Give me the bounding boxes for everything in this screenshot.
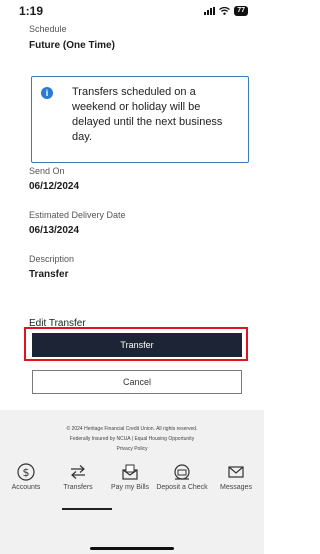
delivery-date-value: 06/13/2024	[29, 225, 80, 236]
tab-messages[interactable]: Messages	[210, 462, 262, 492]
description-value: Transfer	[29, 269, 69, 280]
footer-legal: © 2024 Heritage Financial Credit Union. …	[20, 424, 244, 454]
tab-pay-bills[interactable]: Pay my Bills	[104, 462, 156, 492]
send-on-label: Send On	[29, 166, 65, 176]
wifi-icon	[219, 7, 231, 15]
bill-envelope-icon	[122, 464, 138, 480]
status-icons: 77	[204, 6, 248, 16]
home-indicator	[90, 547, 174, 550]
footer-copyright: © 2024 Heritage Financial Credit Union. …	[66, 426, 198, 432]
tab-deposit-check-label: Deposit a Check	[156, 484, 208, 491]
tab-pay-bills-label: Pay my Bills	[110, 484, 150, 491]
schedule-info-text: Transfers scheduled on a weekend or holi…	[72, 86, 223, 143]
svg-text:$: $	[23, 466, 30, 479]
send-on-value: 06/12/2024	[29, 181, 80, 192]
bottom-tab-bar: $ Accounts Transfers Pay my Bills Deposi…	[0, 462, 264, 522]
transfer-arrows-icon	[71, 465, 85, 479]
delivery-date-label: Estimated Delivery Date	[29, 210, 126, 220]
schedule-label: Schedule	[29, 24, 67, 34]
battery-icon: 77	[234, 6, 248, 16]
tab-transfers[interactable]: Transfers	[52, 462, 104, 492]
tab-accounts-label: Accounts	[11, 484, 41, 491]
tab-messages-label: Messages	[220, 484, 252, 491]
info-icon: i	[41, 87, 53, 99]
tab-accounts[interactable]: $ Accounts	[0, 462, 52, 492]
status-time: 1:19	[19, 4, 44, 18]
signal-icon	[204, 7, 216, 15]
transfer-button[interactable]: Transfer	[32, 333, 242, 357]
description-label: Description	[29, 254, 75, 264]
dollar-circle-icon: $	[17, 463, 35, 481]
tab-transfers-label: Transfers	[63, 484, 93, 491]
mail-icon	[228, 466, 244, 478]
schedule-info-box: i Transfers scheduled on a weekend or ho…	[31, 76, 249, 163]
deposit-check-icon	[174, 464, 190, 480]
schedule-value: Future (One Time)	[29, 40, 115, 51]
privacy-policy-link[interactable]: Privacy Policy	[20, 444, 244, 454]
active-tab-indicator	[62, 508, 112, 510]
footer-insured: Federally Insured by NCUA | Equal Housin…	[69, 436, 195, 442]
cancel-button[interactable]: Cancel	[32, 370, 242, 394]
tab-deposit-check[interactable]: Deposit a Check	[156, 462, 208, 492]
